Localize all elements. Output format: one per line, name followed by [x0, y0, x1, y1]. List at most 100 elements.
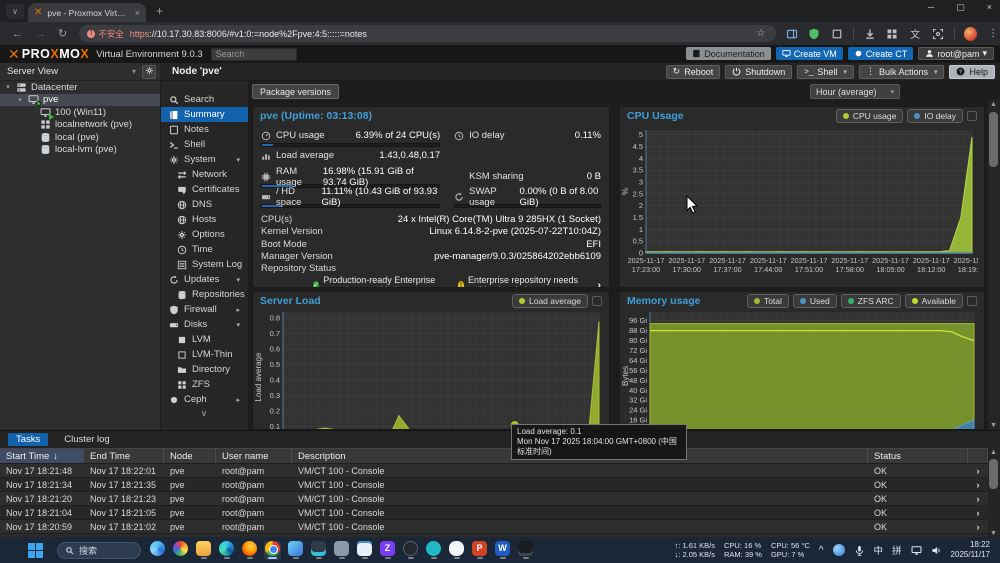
taskbar-app-zotero[interactable]: Z	[379, 541, 396, 560]
menu-item-system-log[interactable]: System Log	[161, 257, 248, 272]
taskbar-app-terminal[interactable]	[517, 541, 534, 560]
url-field[interactable]: ! 不安全 https://10.17.30.83:8006/#v1:0:=no…	[79, 25, 776, 42]
taskbar-app-wechat[interactable]	[448, 541, 465, 560]
side-panel-icon[interactable]	[785, 27, 799, 41]
legend-cpu-usage[interactable]: CPU usage	[836, 109, 903, 123]
display-icon[interactable]	[911, 545, 922, 556]
menu-item-certificates[interactable]: Certificates	[161, 182, 248, 197]
chart-collapse-icon[interactable]	[592, 296, 602, 306]
task-row[interactable]: Nov 17 18:21:20Nov 17 18:21:23pveroot@pa…	[0, 492, 1000, 506]
tree-item-100-win11-[interactable]: 100 (Win11)	[0, 106, 160, 119]
tree-caret-icon[interactable]: ▾	[4, 83, 12, 91]
menu-item-disks[interactable]: Disks▾	[161, 317, 248, 332]
taskbar-app-devices[interactable]	[333, 541, 350, 560]
task-row[interactable]: Nov 17 18:20:59Nov 17 18:21:02pveroot@pa…	[0, 520, 1000, 534]
taskbar-app-powerpoint[interactable]: P	[471, 541, 488, 560]
bookmark-star-icon[interactable]: ☆	[754, 27, 768, 41]
expand-down-icon[interactable]: ▾	[236, 276, 240, 284]
expand-down-icon[interactable]: ▾	[236, 321, 240, 329]
cpu-ram-indicator[interactable]: CPU: 16 %RAM: 39 %	[724, 541, 762, 559]
column-header-start-time[interactable]: Start Time↓	[0, 449, 84, 463]
browser-menu-icon[interactable]: ⋮	[986, 27, 1000, 41]
row-expand-icon[interactable]: ›	[968, 464, 988, 477]
menu-scroll-chevron-icon[interactable]: ∨	[160, 408, 248, 419]
documentation-button[interactable]: Documentation	[686, 47, 771, 60]
repo-details-arrow-icon[interactable]: ›	[598, 280, 601, 289]
legend-io-delay[interactable]: IO delay	[907, 109, 963, 123]
qr-icon[interactable]	[886, 27, 900, 41]
taskbar-search[interactable]: 搜索	[57, 542, 141, 559]
legend-load-average[interactable]: Load average	[512, 294, 588, 308]
time-range-select[interactable]: Hour (average)▾	[810, 84, 900, 99]
ime-mode-indicator[interactable]: 拼	[892, 543, 902, 557]
menu-item-options[interactable]: Options	[161, 227, 248, 242]
volume-icon[interactable]	[931, 545, 942, 556]
menu-item-system[interactable]: System▾	[161, 152, 248, 167]
taskbar-app-chrome[interactable]	[264, 541, 281, 560]
taskbar-app-word[interactable]: W	[494, 541, 511, 560]
menu-item-network[interactable]: Network	[161, 167, 248, 182]
tray-expand-icon[interactable]: ^	[819, 545, 824, 556]
screenshot-icon[interactable]	[931, 27, 945, 41]
legend-total[interactable]: Total	[747, 294, 789, 308]
column-header-end-time[interactable]: End Time	[84, 449, 164, 463]
tree-item-datacenter[interactable]: ▾Datacenter	[0, 81, 160, 94]
tree-item-pve[interactable]: ▾pve	[0, 94, 160, 107]
forward-icon[interactable]: →	[35, 28, 46, 40]
menu-item-ceph[interactable]: Ceph▸	[161, 392, 248, 407]
server-view-select[interactable]: Server View ▾	[0, 63, 160, 81]
view-settings-button[interactable]	[142, 65, 156, 79]
menu-item-shell[interactable]: Shell	[161, 137, 248, 152]
create-ct-button[interactable]: Create CT	[848, 47, 914, 60]
taskbar-app-edge[interactable]	[218, 541, 235, 560]
menu-item-lvm-thin[interactable]: LVM-Thin	[161, 347, 248, 362]
net-speed-indicator[interactable]: ↑: 1.61 KB/s↓: 2.05 KB/s	[675, 541, 715, 559]
tab-search-icon[interactable]: ∨	[6, 4, 24, 19]
tree-item-local-lvm-pve-[interactable]: local-lvm (pve)	[0, 144, 160, 157]
menu-item-firewall[interactable]: Firewall▸	[161, 302, 248, 317]
shell-button[interactable]: >_Shell▾	[797, 65, 854, 79]
row-expand-icon[interactable]: ›	[968, 492, 988, 505]
microphone-icon[interactable]	[854, 545, 865, 556]
row-expand-icon[interactable]: ›	[968, 506, 988, 519]
tab-cluster-log[interactable]: Cluster log	[56, 433, 117, 446]
new-tab-button[interactable]: +	[156, 4, 163, 18]
downloads-icon[interactable]	[863, 27, 877, 41]
task-row[interactable]: Nov 17 18:21:34Nov 17 18:21:35pveroot@pa…	[0, 478, 1000, 492]
expand-down-icon[interactable]: ▾	[236, 156, 240, 164]
onedrive-icon[interactable]	[833, 544, 845, 556]
task-row[interactable]: Nov 17 18:21:48Nov 17 18:22:01pveroot@pa…	[0, 464, 1000, 478]
legend-available[interactable]: Available	[905, 294, 963, 308]
browser-tab[interactable]: ✕ pve - Proxmox Virtual Enviro ×	[28, 3, 146, 22]
extensions-puzzle-icon[interactable]	[830, 27, 844, 41]
menu-item-summary[interactable]: Summary	[161, 107, 248, 122]
reload-icon[interactable]: ↻	[58, 27, 67, 40]
legend-used[interactable]: Used	[793, 294, 837, 308]
column-header-user-name[interactable]: User name	[216, 449, 292, 463]
taskbar-app-task-manager[interactable]	[310, 541, 327, 560]
tab-tasks[interactable]: Tasks	[8, 433, 48, 446]
bulk-actions-button[interactable]: ⋮Bulk Actions▾	[859, 65, 945, 79]
user-menu-button[interactable]: root@pam▾	[918, 47, 994, 60]
create-vm-button[interactable]: Create VM	[776, 47, 843, 60]
menu-item-hosts[interactable]: Hosts	[161, 212, 248, 227]
help-button[interactable]: ?Help	[949, 65, 995, 79]
menu-item-updates[interactable]: Updates▾	[161, 272, 248, 287]
window-maximize-button[interactable]: ▢	[956, 2, 965, 13]
taskbar-app-copilot[interactable]	[149, 541, 166, 560]
shutdown-button[interactable]: Shutdown	[725, 65, 792, 79]
window-close-button[interactable]: ×	[987, 2, 992, 13]
menu-item-time[interactable]: Time	[161, 242, 248, 257]
taskbar-app-photos[interactable]	[287, 541, 304, 560]
start-button[interactable]	[28, 543, 43, 558]
security-badge[interactable]: ! 不安全	[87, 28, 124, 40]
menu-item-directory[interactable]: Directory	[161, 362, 248, 377]
taskbar-app-file-explorer[interactable]	[195, 541, 212, 560]
tree-item-localnetwork-pve-[interactable]: localnetwork (pve)	[0, 119, 160, 132]
expand-right-icon[interactable]: ▸	[236, 396, 240, 404]
tree-caret-icon[interactable]: ▾	[16, 96, 24, 104]
taskbar-app-notepad[interactable]	[356, 541, 373, 560]
tree-item-local-pve-[interactable]: local (pve)	[0, 131, 160, 144]
package-versions-button[interactable]: Package versions	[252, 84, 339, 99]
taskbar-app-clash[interactable]	[425, 541, 442, 560]
